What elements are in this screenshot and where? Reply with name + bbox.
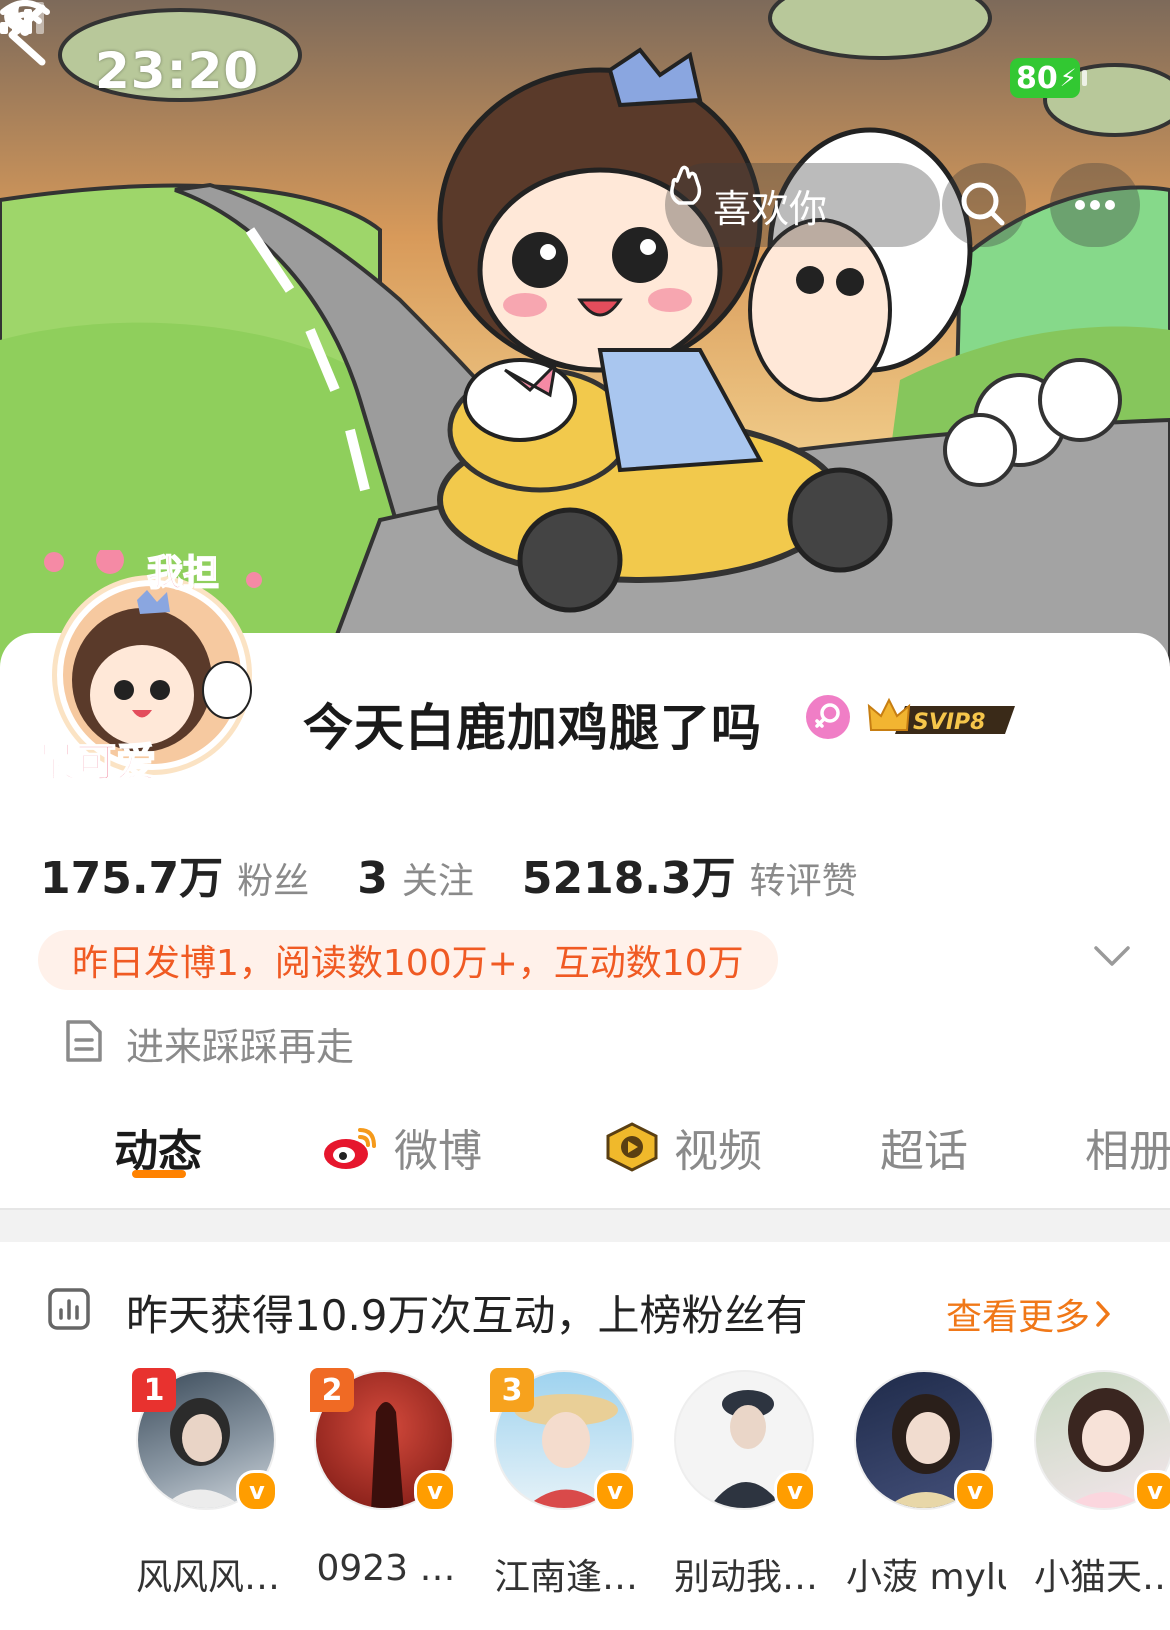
fan-name: 江南逢… bbox=[493, 1557, 638, 1598]
avatar-sticker-bottom: 最可爱 bbox=[36, 740, 156, 786]
search-icon bbox=[961, 182, 1005, 226]
interactions-label: 转评赞 bbox=[749, 861, 858, 902]
tab-label: 超话 bbox=[880, 1126, 968, 1177]
bio-text: 进来踩踩再走 bbox=[126, 1025, 355, 1069]
avatar-image: 我担 最可爱 bbox=[35, 546, 262, 787]
charging-icon: ⚡ bbox=[1059, 64, 1077, 92]
profile-tabs: 动态 微博 视频 超话 相册 bbox=[0, 1112, 1170, 1212]
crown-icon: SVIP8 bbox=[867, 697, 1015, 735]
chevron-right-icon bbox=[1096, 1301, 1110, 1327]
svip-badge[interactable]: SVIP8 bbox=[865, 692, 1025, 742]
female-icon bbox=[806, 695, 850, 739]
activity-summary[interactable]: 昨日发博1，阅读数100万+，互动数10万 bbox=[38, 930, 778, 990]
interactions-count: 5218.3万 bbox=[521, 853, 736, 904]
user-name: 今天白鹿加鸡腿了吗 bbox=[303, 699, 762, 757]
bar-chart-icon bbox=[48, 1288, 90, 1330]
more-button[interactable] bbox=[1050, 163, 1140, 247]
more-dots-icon bbox=[1075, 200, 1115, 210]
avatar[interactable]: 我担 最可爱 bbox=[32, 546, 272, 790]
view-more-link[interactable]: 查看更多 bbox=[946, 1288, 1116, 1340]
fan-name: 别动我… bbox=[673, 1557, 818, 1598]
verified-icon: v bbox=[236, 1470, 278, 1512]
like-label: 喜欢你 bbox=[713, 186, 828, 231]
hand-heart-icon bbox=[670, 165, 702, 205]
fan-name: 0923 … bbox=[316, 1548, 456, 1589]
fan-rank-badge: 2 bbox=[310, 1368, 354, 1412]
tab-label: 相册 bbox=[1085, 1126, 1170, 1177]
tab-super-topic[interactable]: 超话 bbox=[880, 1112, 968, 1182]
tab-label: 微博 bbox=[394, 1126, 482, 1177]
following-label[interactable]: 关注 bbox=[402, 852, 474, 904]
weibo-icon bbox=[324, 1128, 376, 1169]
fan-name: 风风风… bbox=[135, 1557, 280, 1598]
followers-label[interactable]: 粉丝 bbox=[237, 852, 309, 904]
back-button[interactable] bbox=[0, 0, 60, 70]
view-more-label: 查看更多 bbox=[946, 1297, 1091, 1338]
verified-icon: v bbox=[1134, 1470, 1170, 1512]
fan-rank-badge: 1 bbox=[132, 1368, 176, 1412]
battery-indicator: 80 ⚡ bbox=[1010, 58, 1080, 98]
tab-label: 视频 bbox=[674, 1126, 762, 1177]
verified-icon: v bbox=[774, 1470, 816, 1512]
bio-document-icon bbox=[66, 1020, 102, 1062]
fan-name: 小猫天… bbox=[1033, 1557, 1170, 1598]
battery-level: 80 bbox=[1016, 60, 1058, 96]
tab-weibo[interactable]: 微博 bbox=[322, 1112, 482, 1182]
ranking-title: 昨天获得10.9万次互动，上榜粉丝有 bbox=[126, 1291, 808, 1340]
verified-icon: v bbox=[594, 1470, 636, 1512]
search-button[interactable] bbox=[942, 163, 1026, 247]
svip-level: SVIP8 bbox=[913, 710, 986, 735]
fan-name: 小菠 mylu bbox=[846, 1557, 1006, 1598]
fan-ranking-list: 1 v 风风风… 2 v 0923 … 3 v 江南逢… v 别动我… v 小菠… bbox=[0, 1368, 1170, 1630]
verified-icon: v bbox=[954, 1470, 996, 1512]
verified-icon: v bbox=[414, 1470, 456, 1512]
avatar-sticker-top: 我担 bbox=[147, 553, 219, 594]
tab-album[interactable]: 相册 bbox=[1085, 1112, 1170, 1182]
following-count[interactable]: 3 bbox=[357, 853, 388, 904]
status-time: 23:20 bbox=[95, 42, 260, 100]
followers-count[interactable]: 175.7万 bbox=[40, 842, 223, 906]
tab-video[interactable]: 视频 bbox=[604, 1112, 762, 1182]
battery-cap bbox=[1082, 70, 1087, 86]
video-icon bbox=[606, 1122, 658, 1172]
profile-stats: 175.7万 粉丝 3 关注 5218.3万 转评赞 bbox=[40, 842, 906, 906]
like-button[interactable]: 喜欢你 bbox=[665, 163, 940, 247]
fan-rank-badge: 3 bbox=[490, 1368, 534, 1412]
chevron-down-icon[interactable] bbox=[1092, 942, 1132, 972]
section-divider bbox=[0, 1208, 1170, 1242]
active-tab-indicator bbox=[132, 1170, 186, 1178]
